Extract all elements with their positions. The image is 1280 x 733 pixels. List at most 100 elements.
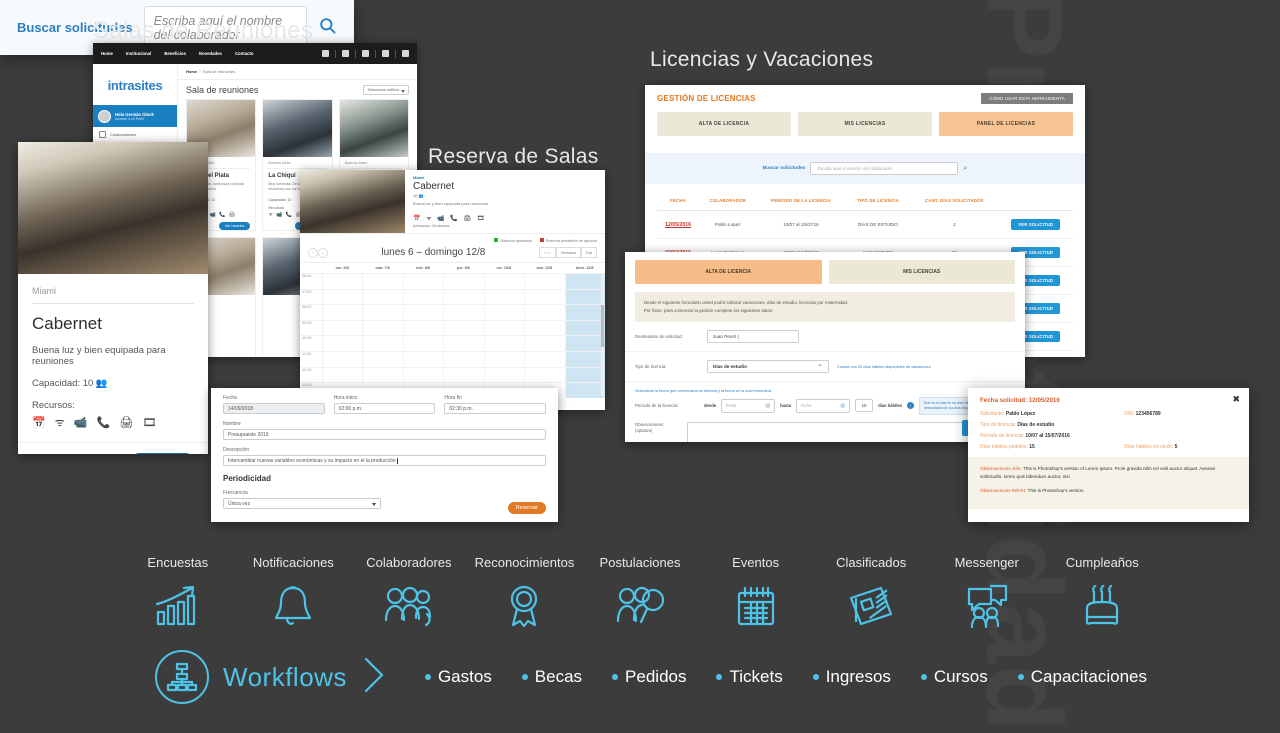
feature-postulaciones[interactable]: Postulaciones (582, 555, 698, 628)
divider (355, 49, 356, 58)
search-icon[interactable] (318, 16, 337, 40)
screenshot-alta-de-licencia: ALTA DE LICENCIA MIS LICENCIAS Desde el … (625, 252, 1025, 442)
feature-messenger[interactable]: Messenger (929, 555, 1045, 628)
nav-item-contacto[interactable]: Contacto (235, 51, 254, 56)
workflow-tag-pedidos[interactable]: Pedidos (612, 667, 686, 687)
site-toolbar (322, 49, 409, 58)
tab-mis-licencias[interactable]: MIS LICENCIAS (798, 112, 932, 136)
cell-fecha[interactable]: 12/05/2016 (657, 210, 700, 239)
search-icon[interactable]: ⌕ (963, 165, 967, 173)
calendar-time-rows: 06:00 07:00 08:00 09:00 10:00 11:00 12:0… (300, 273, 605, 398)
feature-notificaciones[interactable]: Notificaciones (236, 555, 352, 628)
list-icon (99, 131, 106, 138)
table-row[interactable]: 12/05/2016 Pablo Lopez 10/07 al 15/07/16… (657, 210, 1073, 239)
fecha-input[interactable]: 14/09/2018 (223, 403, 325, 414)
feature-reconocimientos[interactable]: Reconocimientos (467, 555, 583, 628)
reservar-button[interactable]: Reservar (507, 502, 546, 514)
licencias-search-bar: Buscar solicitudes Escriba aquí el nombr… (645, 153, 1085, 184)
calendar-prev-button[interactable]: ‹ (308, 247, 318, 258)
workflow-tag-ingresos[interactable]: Ingresos (812, 667, 891, 687)
feature-encuestas[interactable]: Encuestas (120, 555, 236, 628)
user-icon[interactable] (362, 50, 369, 57)
frecuencia-select[interactable]: Única vez (223, 498, 381, 509)
hasta-date-input[interactable]: fecha ▤ (796, 398, 851, 413)
calendar-view-week[interactable]: Semana (555, 247, 581, 258)
menu-icon[interactable] (402, 50, 409, 57)
como-usar-button[interactable]: CÓMO USAR ESTA HERRAMIENTA (981, 93, 1073, 104)
legend-pending-swatch (539, 238, 544, 242)
fecha-link[interactable]: 12/05/2016 (665, 222, 691, 228)
nav-item-beneficios[interactable]: Beneficios (164, 51, 186, 56)
feature-colaboradores[interactable]: Colaboradores (351, 555, 467, 628)
notifications-icon[interactable] (342, 50, 349, 57)
calendar-row[interactable]: 09:00 (300, 319, 605, 336)
people-search-icon (616, 586, 665, 624)
calendar-view-today[interactable]: Hoy (538, 247, 556, 258)
calendar-scrollbar[interactable] (601, 275, 604, 396)
calendar-icon[interactable]: ▤ (840, 403, 845, 409)
room-capacity: Capacidad: 10 👥 (32, 378, 108, 389)
feature-clasificados[interactable]: Clasificados (813, 555, 929, 628)
calendar-row[interactable]: 07:00 (300, 288, 605, 305)
calendar-view-day[interactable]: Día (580, 247, 597, 258)
periodo-label: Período de la licencia: (635, 403, 679, 409)
nav-item-institucional[interactable]: Institucional (126, 51, 151, 56)
breadcrumb-home[interactable]: Home (186, 69, 197, 74)
search-input[interactable]: Escriba aquí el nombre del colaborador (810, 162, 959, 175)
legend-approved: Reserva aprobada (494, 238, 532, 243)
hora-fin-input[interactable]: 02:30 p.m. (444, 403, 547, 414)
ver-solicitud-button[interactable]: VER SOLICITUD (1011, 219, 1061, 230)
people-group-icon (384, 586, 432, 627)
calendar-hour-label: 10:00 (302, 336, 312, 341)
divider (335, 49, 336, 58)
periodicidad-heading: Periodicidad (223, 474, 272, 483)
tab-mis-licencias[interactable]: MIS LICENCIAS (828, 260, 1015, 284)
desde-date-input[interactable]: fecha ▤ (721, 398, 776, 413)
workflow-tag-tickets[interactable]: Tickets (716, 667, 783, 687)
tipo-licencia-select[interactable]: Días de estudio (707, 359, 829, 373)
feature-eventos[interactable]: Eventos (698, 555, 814, 628)
calendar-row[interactable]: 12:00 (300, 366, 605, 383)
room-city: Miami (413, 175, 425, 180)
workflow-tag-cursos[interactable]: Cursos (920, 667, 988, 687)
calendar-hour-label: 09:00 (302, 320, 312, 325)
avatar (98, 109, 111, 123)
calendar-row[interactable]: 08:00 (300, 304, 605, 320)
nav-item-home[interactable]: Home (101, 51, 113, 56)
birthday-cake-icon (1086, 584, 1119, 625)
ver-horarios-button[interactable]: Ver horarios (218, 221, 251, 230)
tab-alta-de-licencia[interactable]: ALTA DE LICENCIA (657, 112, 791, 136)
workflow-tag-capacitaciones[interactable]: Capacitaciones (1017, 667, 1147, 687)
dias-habiles-input[interactable]: 10 (855, 399, 874, 413)
col-fecha: FECHA (657, 191, 700, 211)
org-chart-icon[interactable] (155, 650, 209, 704)
hasta-placeholder: fecha (801, 403, 812, 409)
user-profile-link[interactable]: Acceder a mi Perfil (115, 117, 154, 121)
feature-label: Clasificados (836, 555, 907, 570)
apps-icon[interactable] (322, 50, 329, 57)
sidebar-item-colaboradores[interactable]: Colaboradores (93, 127, 177, 143)
ver-horarios-button[interactable]: Ver horarios (130, 453, 194, 454)
search-icon[interactable] (382, 50, 389, 57)
info-icon[interactable]: i (907, 402, 915, 410)
tab-panel-de-licencias[interactable]: PANEL DE LICENCIAS (939, 112, 1073, 136)
tab-alta-de-licencia[interactable]: ALTA DE LICENCIA (635, 260, 822, 284)
close-icon[interactable]: ✖ (1232, 394, 1240, 405)
nombre-input[interactable]: Presupuesto 2019 (223, 429, 546, 440)
calendar-row[interactable]: 10:00 (300, 335, 605, 351)
calendar-row[interactable]: 11:00 (300, 350, 605, 367)
legend-approved-label: Reserva aprobada (500, 239, 532, 243)
workflow-tag-gastos[interactable]: Gastos (424, 667, 492, 687)
user-profile-strip[interactable]: Hola Germán Glock Acceder a mi Perfil (93, 105, 177, 127)
hora-inicio-input[interactable]: 02:00 p.m. (333, 403, 436, 414)
calendar-next-button[interactable]: › (318, 247, 328, 258)
nav-item-novedades[interactable]: Novedades (199, 51, 222, 56)
destinatario-input[interactable]: Juan Perez | (707, 329, 799, 343)
feature-cumpleanos[interactable]: Cumpleaños (1045, 555, 1161, 628)
calendar-icon[interactable]: ▤ (765, 403, 770, 409)
building-select[interactable]: Seleccione edificio (362, 85, 409, 95)
alta-note-line1: Desde el siguiente formulario usted podr… (644, 300, 849, 305)
descripcion-input[interactable]: Intercambiar nuevas variables económicas… (223, 455, 546, 466)
workflow-tag-becas[interactable]: Becas (521, 667, 582, 687)
calendar-row[interactable]: 06:00 (300, 273, 605, 289)
